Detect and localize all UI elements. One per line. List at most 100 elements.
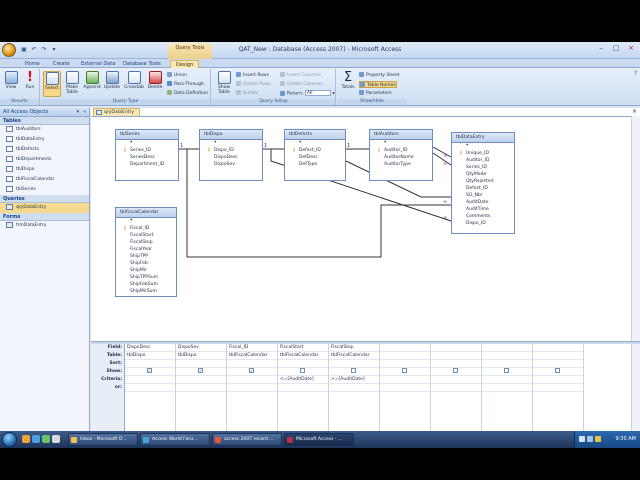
- field-fiscal-id[interactable]: Fiscal_ID: [116, 225, 176, 232]
- nav-item-tbldataentry[interactable]: tblDataEntry: [0, 135, 89, 145]
- grid-table-cell[interactable]: [533, 352, 583, 360]
- field-so-nbr[interactable]: SO_Nbr: [452, 192, 514, 199]
- grid-or-cell[interactable]: [533, 384, 583, 392]
- pass-through-button[interactable]: Pass-Through: [167, 81, 204, 88]
- insert-columns-button[interactable]: Insert Columns: [280, 72, 321, 79]
- field-dispo-id[interactable]: Dispo_ID: [200, 147, 262, 154]
- grid-field-cell[interactable]: [533, 344, 583, 352]
- property-sheet-button[interactable]: Property Sheet: [359, 72, 399, 79]
- maximize-button[interactable]: □: [609, 43, 623, 53]
- grid-table-cell[interactable]: [482, 352, 532, 360]
- grid-table-cell[interactable]: [431, 352, 481, 360]
- grid-column[interactable]: DispoDesc tblDispo ✓: [125, 344, 176, 438]
- taskbar-button-access-world[interactable]: Access World Foru...: [140, 433, 210, 446]
- field-unique-id[interactable]: Unique_ID: [452, 150, 514, 157]
- quick-launch-icon[interactable]: [22, 435, 30, 443]
- field-list-tbldefects[interactable]: tblDefects * Defect_ID DefDesc DefType: [284, 129, 346, 181]
- field-shipmirsum[interactable]: ShipMirSum: [116, 288, 176, 295]
- nav-item-tblauditors[interactable]: tblAuditors: [0, 125, 89, 135]
- show-checkbox[interactable]: [402, 368, 407, 373]
- field-shiptppsum[interactable]: ShipTPPSum: [116, 274, 176, 281]
- field-deftype[interactable]: DefType: [285, 161, 345, 168]
- grid-field-cell[interactable]: DispoSev: [176, 344, 226, 352]
- grid-criteria-cell[interactable]: >=[AuditDate]: [329, 376, 379, 384]
- grid-or-cell[interactable]: [278, 384, 328, 392]
- grid-field-cell[interactable]: [380, 344, 430, 352]
- grid-criteria-cell[interactable]: [380, 376, 430, 384]
- nav-item-tbldispo[interactable]: tblDispo: [0, 165, 89, 175]
- nav-item-tblfiscalcalendar[interactable]: tblFiscalCalendar: [0, 175, 89, 185]
- field-defect-id[interactable]: Defect_ID: [452, 185, 514, 192]
- grid-field-cell[interactable]: FiscalStop: [329, 344, 379, 352]
- quick-launch-icon[interactable]: [52, 435, 60, 443]
- field-series-id[interactable]: Series_ID: [116, 147, 178, 154]
- grid-criteria-cell[interactable]: <=[AuditDate]: [278, 376, 328, 384]
- grid-column[interactable]: FiscalStart tblFiscalCalendar <=[AuditDa…: [278, 344, 329, 438]
- field-list-tblseries[interactable]: tblSeries * Series_ID SeriesDesc Departm…: [115, 129, 179, 181]
- nav-item-tbldepartments[interactable]: tblDepartments: [0, 155, 89, 165]
- tab-database-tools[interactable]: Database Tools: [118, 60, 166, 68]
- field-seriesdesc[interactable]: SeriesDesc: [116, 154, 178, 161]
- close-document-icon[interactable]: ×: [632, 108, 637, 116]
- nav-item-qrydataentry[interactable]: qryDataEntry: [0, 203, 89, 213]
- table-pane-scrollbar[interactable]: [631, 116, 640, 341]
- field-series-id[interactable]: Series_ID: [452, 164, 514, 171]
- grid-vertical-scrollbar[interactable]: [631, 344, 640, 438]
- show-table-button[interactable]: Show Table: [215, 71, 233, 97]
- field-all[interactable]: *: [200, 140, 262, 147]
- make-table-button[interactable]: Make Table: [63, 71, 81, 97]
- show-checkbox[interactable]: [351, 368, 356, 373]
- crosstab-button[interactable]: Crosstab: [123, 71, 145, 97]
- field-shiptpp[interactable]: ShipTPP: [116, 253, 176, 260]
- quick-launch-icon[interactable]: [32, 435, 40, 443]
- show-checkbox[interactable]: ✓: [198, 368, 203, 373]
- field-all[interactable]: *: [116, 218, 176, 225]
- delete-query-button[interactable]: Delete: [146, 71, 164, 97]
- field-fiscalyear[interactable]: FiscalYear: [116, 246, 176, 253]
- field-shipfebsum[interactable]: ShipFebSum: [116, 281, 176, 288]
- grid-column-empty[interactable]: [431, 344, 482, 438]
- chevron-down-icon[interactable]: ▾: [332, 92, 334, 97]
- grid-table-cell[interactable]: tblFiscalCalendar: [278, 352, 328, 360]
- grid-column-empty[interactable]: [482, 344, 533, 438]
- grid-criteria-cell[interactable]: [176, 376, 226, 384]
- grid-sort-cell[interactable]: [329, 360, 379, 368]
- document-tab[interactable]: qryDataEntry: [93, 108, 141, 116]
- field-all[interactable]: *: [370, 140, 432, 147]
- grid-sort-cell[interactable]: [533, 360, 583, 368]
- field-qtymade[interactable]: QtyMade: [452, 171, 514, 178]
- grid-column[interactable]: Fiscal_ID tblFiscalCalendar ✓: [227, 344, 278, 438]
- update-button[interactable]: Update: [103, 71, 121, 97]
- nav-item-tbldefects[interactable]: tblDefects: [0, 145, 89, 155]
- close-button[interactable]: ×: [624, 43, 638, 53]
- chevron-down-icon[interactable]: ▾: [76, 108, 79, 117]
- grid-or-cell[interactable]: [227, 384, 277, 392]
- field-department-id[interactable]: Department_ID: [116, 161, 178, 168]
- grid-criteria-cell[interactable]: [482, 376, 532, 384]
- show-checkbox[interactable]: ✓: [147, 368, 152, 373]
- field-dispo-id[interactable]: Dispo_ID: [452, 220, 514, 227]
- taskbar-button-microsoft-access[interactable]: Microsoft Access - ...: [284, 433, 354, 446]
- field-list-title[interactable]: tblDefects: [285, 130, 345, 140]
- nav-item-frmdataentry[interactable]: frmDataEntry: [0, 221, 89, 231]
- run-button[interactable]: ! Run: [21, 71, 39, 97]
- grid-or-cell[interactable]: [431, 384, 481, 392]
- field-auditorname[interactable]: AuditorName: [370, 154, 432, 161]
- field-auditor-id[interactable]: Auditor_ID: [370, 147, 432, 154]
- field-disposev[interactable]: DispoSev: [200, 161, 262, 168]
- grid-table-cell[interactable]: tblDispo: [125, 352, 175, 360]
- nav-item-tblseries[interactable]: tblSeries: [0, 185, 89, 195]
- data-definition-button[interactable]: Data Definition: [167, 90, 208, 97]
- help-icon[interactable]: ?: [634, 70, 637, 77]
- field-defdesc[interactable]: DefDesc: [285, 154, 345, 161]
- grid-sort-cell[interactable]: [380, 360, 430, 368]
- start-button[interactable]: [2, 432, 17, 447]
- tab-external-data[interactable]: External Data: [76, 60, 120, 68]
- field-dispodesc[interactable]: DispoDesc: [200, 154, 262, 161]
- nav-section-tables[interactable]: Tables: [0, 117, 89, 125]
- field-list-title[interactable]: tblAuditors: [370, 130, 432, 140]
- field-list-tblfiscalcalendar[interactable]: tblFiscalCalendar * Fiscal_ID FiscalStar…: [115, 207, 177, 297]
- grid-sort-cell[interactable]: [431, 360, 481, 368]
- grid-sort-cell[interactable]: [176, 360, 226, 368]
- grid-criteria-cell[interactable]: [431, 376, 481, 384]
